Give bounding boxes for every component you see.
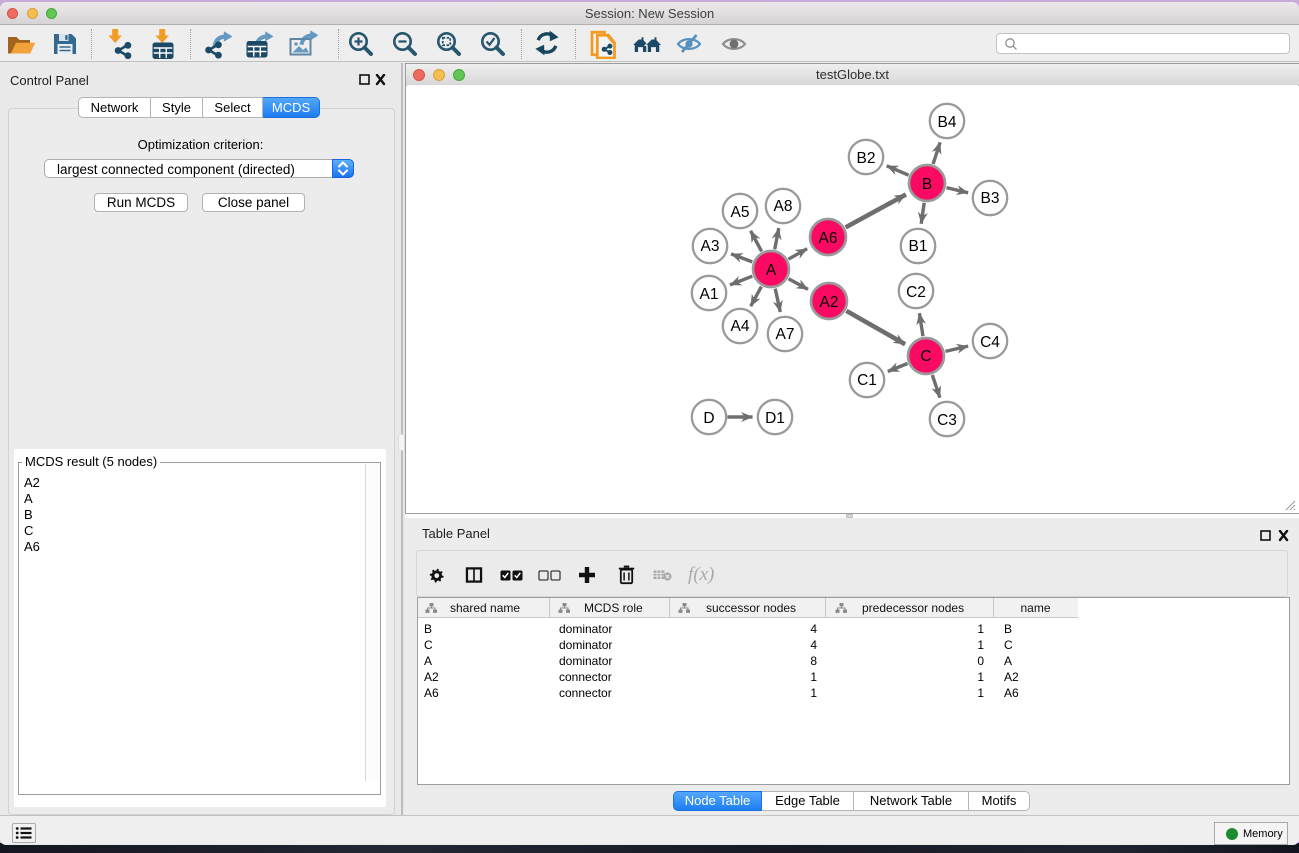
- svg-text:A7: A7: [776, 326, 795, 343]
- svg-text:B3: B3: [981, 190, 1000, 207]
- svg-text:B: B: [922, 176, 932, 193]
- svg-text:A3: A3: [701, 238, 720, 255]
- svg-text:B1: B1: [909, 238, 928, 255]
- svg-text:B4: B4: [938, 114, 957, 131]
- svg-text:A2: A2: [820, 294, 839, 311]
- svg-text:A8: A8: [774, 198, 793, 215]
- svg-text:C: C: [920, 348, 931, 365]
- svg-text:B2: B2: [857, 150, 876, 167]
- svg-text:A1: A1: [700, 286, 719, 303]
- svg-text:A4: A4: [731, 318, 750, 335]
- svg-text:C2: C2: [906, 284, 926, 301]
- svg-text:C3: C3: [937, 412, 957, 429]
- svg-text:A6: A6: [819, 230, 838, 247]
- svg-text:A: A: [766, 262, 777, 279]
- svg-text:A5: A5: [731, 204, 750, 221]
- svg-text:C1: C1: [857, 372, 877, 389]
- svg-text:D: D: [703, 410, 714, 427]
- svg-text:D1: D1: [765, 410, 785, 427]
- svg-text:C4: C4: [980, 334, 1000, 351]
